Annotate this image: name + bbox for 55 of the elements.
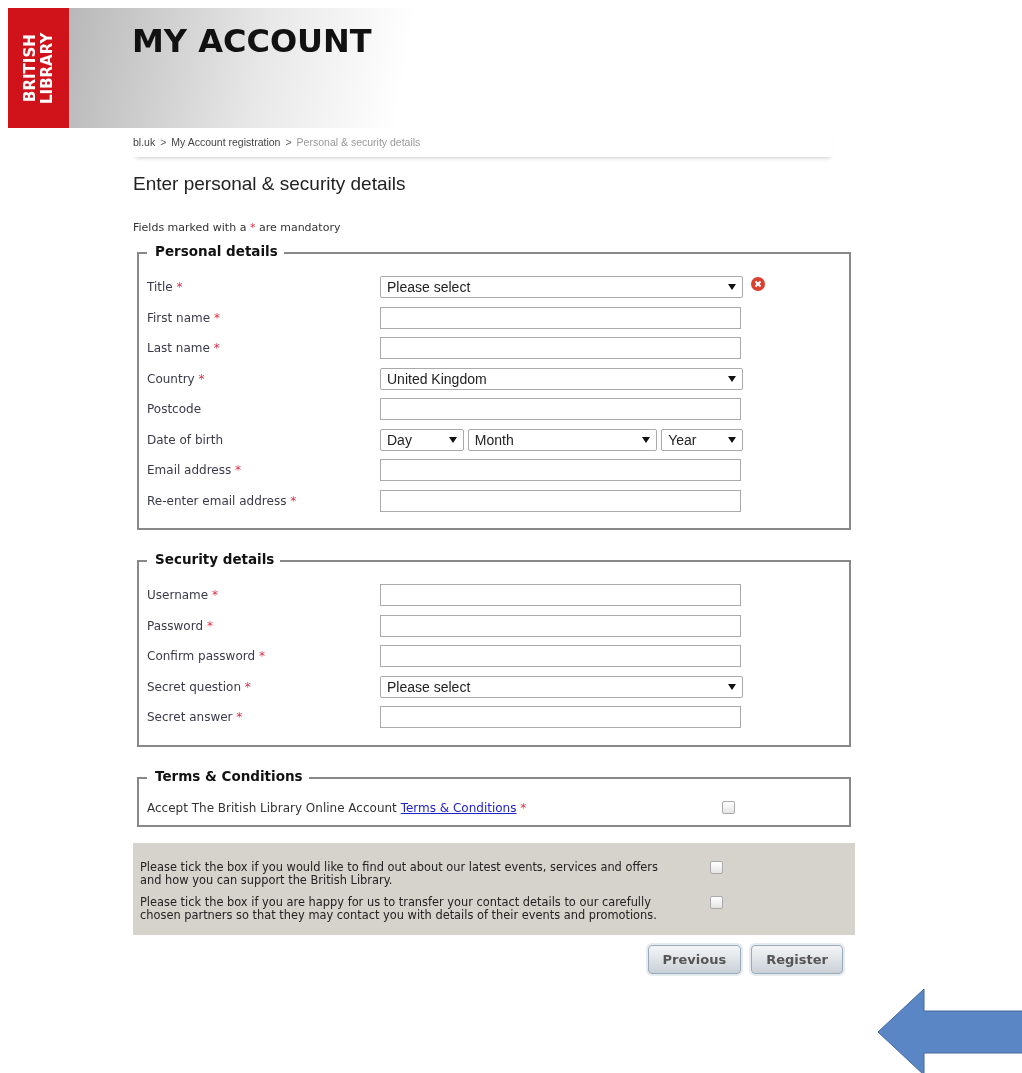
field-label: Last name * — [147, 341, 221, 356]
preference-text: Please tick the box if you are happy for us to transfer your contact details to our carefully chosen partners so that they may contact you with details of their events and promotions. — [140, 895, 658, 922]
dropdown[interactable]: Year — [661, 428, 743, 451]
field-label: Title * — [147, 280, 184, 295]
field-label: First name * — [147, 310, 221, 325]
field-label: Password * — [147, 618, 214, 633]
field-label: Username * — [147, 588, 219, 603]
field-label: Confirm password * — [147, 649, 266, 664]
input-field[interactable] — [380, 706, 741, 729]
field-label: Country * — [147, 371, 206, 386]
breadcrumb-separator: > — [160, 136, 167, 148]
dropdown[interactable]: United Kingdom — [380, 367, 743, 390]
breadcrumb-link[interactable]: bl.uk — [133, 136, 156, 148]
terms-sentence: Accept The British Library Online Account Terms & Conditions * — [147, 800, 527, 815]
checkbox[interactable] — [722, 801, 735, 814]
dropdown[interactable]: Day — [380, 428, 464, 451]
input-field[interactable] — [380, 614, 741, 637]
field-label: Email address * — [147, 463, 243, 478]
fieldset-legend: Personal details — [147, 243, 284, 259]
checkbox[interactable] — [710, 895, 723, 909]
breadcrumb-separator: > — [285, 136, 292, 148]
input-field[interactable] — [380, 398, 741, 421]
dropdown[interactable]: Month — [467, 428, 658, 451]
caret-icon — [448, 436, 457, 443]
mandatory-note: Fields marked with a * are mandatory — [133, 221, 342, 234]
fieldset-legend: Terms & Conditions — [147, 767, 309, 784]
input-field[interactable] — [380, 337, 741, 360]
page-header-title: MY ACCOUNT — [132, 22, 372, 60]
input-field[interactable] — [380, 489, 741, 512]
preference-text: Please tick the box if you would like to find out about our latest events, services and offers and how you can support the British Library. — [140, 860, 659, 887]
logo-text: LIBRARY — [38, 32, 56, 104]
terms-link[interactable]: Terms & Conditions — [400, 800, 517, 815]
field-label: Postcode — [147, 402, 203, 417]
breadcrumb-link[interactable]: My Account registration — [171, 136, 281, 148]
input-field[interactable] — [380, 306, 741, 329]
input-field[interactable] — [380, 584, 741, 607]
input-field[interactable] — [380, 459, 741, 482]
dropdown[interactable]: Please select — [380, 276, 743, 299]
form-button[interactable]: Register — [751, 944, 843, 974]
caret-icon — [728, 683, 736, 690]
input-field[interactable] — [380, 645, 741, 668]
caret-icon — [728, 284, 736, 291]
logo-text: BRITISH — [21, 34, 39, 102]
caret-icon — [642, 436, 651, 443]
checkbox[interactable] — [710, 860, 723, 874]
field-label: Re-enter email address * — [147, 493, 298, 508]
caret-icon — [728, 436, 736, 443]
form-heading: Enter personal & security details — [133, 173, 406, 195]
fieldset-legend: Security details — [147, 551, 281, 567]
field-label: Secret answer * — [147, 710, 244, 725]
field-label: Secret question * — [147, 679, 252, 694]
field-label: Date of birth — [147, 432, 225, 447]
dropdown[interactable]: Please select — [380, 675, 743, 698]
form-button[interactable]: Previous — [647, 944, 742, 974]
caret-icon — [728, 375, 736, 382]
